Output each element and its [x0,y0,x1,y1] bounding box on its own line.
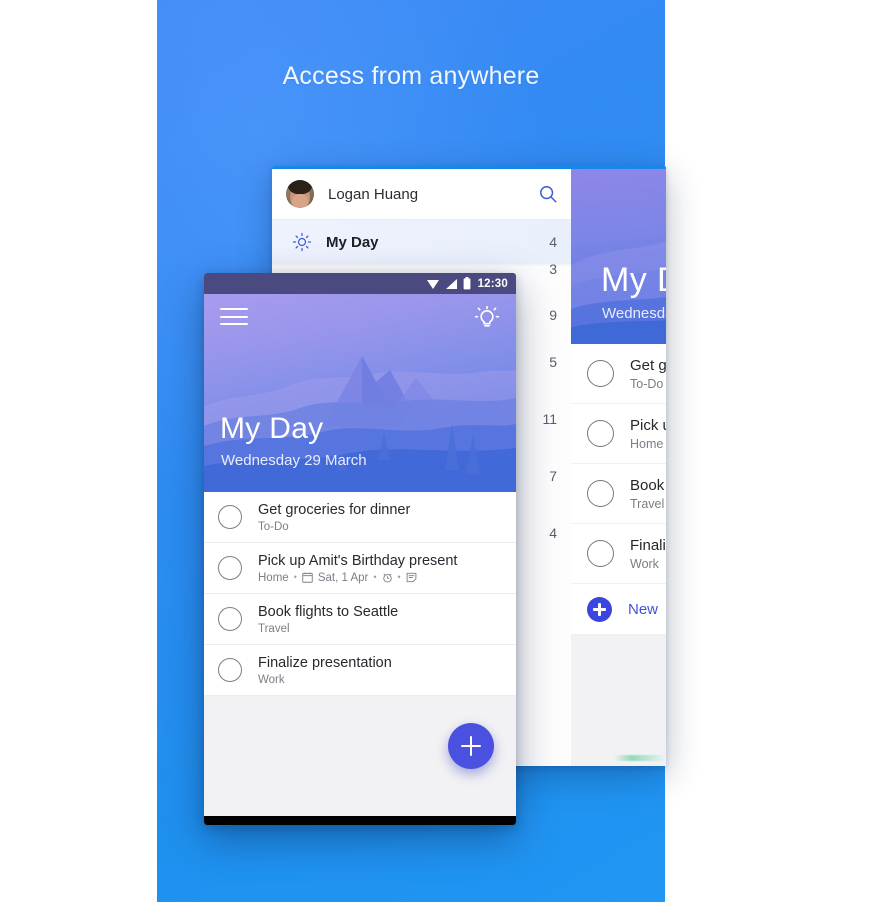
sidebar-count: 11 [542,411,557,427]
task-list-name: Travel [258,622,290,635]
list-item[interactable]: Get groceries for dinner To-Do [204,492,516,543]
phone-clock: 12:30 [477,277,508,290]
task-list-name: Home [258,571,289,584]
detail-task-list: Get groceries for dinner To-Do Pick up A… [571,344,666,766]
meta-separator: • [373,572,377,582]
task-meta: Travel [258,623,398,635]
sidebar-item-count: 4 [549,234,557,250]
phone-mockup: 12:30 My Day Wednesday 29 March Get groc… [204,273,516,825]
task-meta: Travel [630,496,665,511]
task-checkbox[interactable] [587,360,614,387]
sidebar-item-label: My Day [326,233,379,251]
task-title: Book flights to Seattle [630,476,666,494]
sidebar-count: 5 [549,354,557,370]
phone-status-bar: 12:30 [204,273,516,294]
detail-subtitle: Wednesday 29 March [602,305,666,322]
task-title: Get groceries for dinner [258,501,411,518]
list-item[interactable]: Book flights to Seattle Travel [204,594,516,645]
task-checkbox[interactable] [218,556,242,580]
table-row[interactable]: Pick up Amit's Birthday present Home [571,404,666,464]
task-checkbox[interactable] [218,658,242,682]
phone-subtitle: Wednesday 29 March [221,452,367,469]
sidebar-count: 9 [549,307,557,323]
detail-title: My Day [601,261,666,299]
add-task-button[interactable]: New [571,584,666,635]
phone-empty-area [204,696,516,816]
hamburger-menu-icon[interactable] [220,307,248,327]
task-list-name: Work [258,673,285,686]
search-icon[interactable] [537,183,559,205]
task-title: Pick up Amit's Birthday present [258,552,458,569]
task-checkbox[interactable] [587,540,614,567]
battery-icon [463,277,471,290]
signal-icon [445,278,458,290]
task-due-date: Sat, 1 Apr [317,571,369,584]
list-item[interactable]: Pick up Amit's Birthday present Home • S… [204,543,516,594]
task-meta: Work [630,556,659,571]
desktop-detail-pane: My Day Wednesday 29 March Get groceries … [571,169,666,766]
task-title: Book flights to Seattle [258,603,399,620]
sidebar-item-my-day[interactable]: My Day 4 [272,220,571,264]
task-title: Get groceries for dinner [630,356,666,374]
account-row[interactable]: Logan Huang [272,169,571,220]
user-avatar[interactable] [286,180,314,208]
task-title: Pick up Amit's Birthday present [630,416,666,434]
table-row[interactable]: Book flights to Seattle Travel [571,464,666,524]
task-checkbox[interactable] [218,505,242,529]
account-name: Logan Huang [328,185,419,203]
detail-hero-banner: My Day Wednesday 29 March [571,169,666,344]
lightbulb-icon[interactable] [474,305,500,331]
scan-artifact [614,755,666,761]
plus-circle-icon [587,596,612,622]
task-meta: Home [630,436,664,451]
meta-separator: • [293,572,297,582]
meta-separator: • [397,572,401,582]
list-item[interactable]: Finalize presentation Work [204,645,516,696]
table-row[interactable]: Finalize presentation Work [571,524,666,584]
phone-title: My Day [220,412,324,445]
sidebar-count: 7 [549,468,557,484]
alarm-clock-icon [382,572,393,583]
screenshot-root: Access from anywhere Logan Huang My Day … [0,0,889,902]
task-meta: To-Do [630,376,664,391]
task-checkbox[interactable] [587,480,614,507]
android-nav-bar [204,816,516,825]
calendar-icon [302,572,313,583]
add-task-fab[interactable] [448,723,494,769]
add-task-label: New [628,600,659,618]
task-checkbox[interactable] [587,420,614,447]
task-title: Finalize presentation [258,654,392,671]
task-meta: Home • Sat, 1 Apr • • [258,572,457,584]
task-title: Finalize presentation [630,536,666,554]
page-title: Access from anywhere [282,62,540,90]
task-meta: Work [258,674,392,686]
sidebar-count: 4 [549,525,557,541]
phone-header-banner: My Day Wednesday 29 March [204,294,516,492]
task-list-name: To-Do [258,520,289,533]
table-row[interactable]: Get groceries for dinner To-Do [571,344,666,404]
wifi-icon [426,278,440,290]
sun-icon [292,232,312,252]
detail-empty-area [571,635,666,766]
task-meta: To-Do [258,521,410,533]
phone-task-list: Get groceries for dinner To-Do Pick up A… [204,492,516,696]
task-checkbox[interactable] [218,607,242,631]
note-icon [406,572,417,583]
